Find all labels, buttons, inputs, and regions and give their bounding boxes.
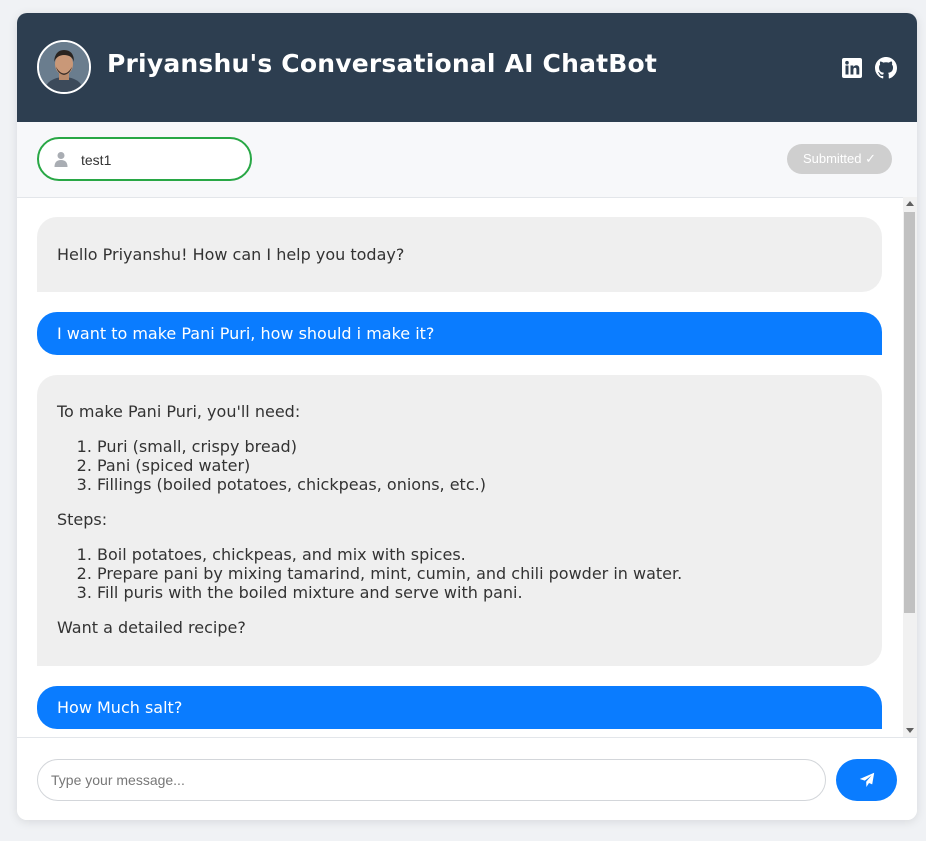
chat-app: Priyanshu's Conversational AI ChatBot te… (17, 13, 917, 820)
list-item: Pani (spiced water) (97, 456, 862, 475)
github-icon[interactable] (875, 57, 897, 79)
message-text: Hello Priyanshu! How can I help you toda… (57, 245, 405, 264)
username-field[interactable] (37, 137, 252, 181)
message-text: How Much salt? (57, 698, 183, 717)
message-composer (17, 737, 917, 820)
linkedin-icon[interactable] (841, 57, 863, 79)
user-message: How Much salt? (37, 686, 882, 729)
list-item: Puri (small, crispy bread) (97, 437, 862, 456)
submitted-button[interactable]: Submitted ✓ (787, 144, 892, 174)
ingredients-list: Puri (small, crispy bread) Pani (spiced … (57, 437, 862, 494)
chat-messages: Hello Priyanshu! How can I help you toda… (17, 197, 903, 737)
steps-list: Boil potatoes, chickpeas, and mix with s… (57, 545, 862, 602)
bot-message: To make Pani Puri, you'll need: Puri (sm… (37, 375, 882, 666)
list-item: Boil potatoes, chickpeas, and mix with s… (97, 545, 862, 564)
message-outro: Want a detailed recipe? (57, 618, 246, 637)
username-input[interactable] (79, 148, 233, 172)
steps-label: Steps: (57, 510, 108, 529)
paper-plane-icon (836, 772, 897, 788)
user-bar: Submitted ✓ (17, 122, 917, 198)
message-intro: To make Pani Puri, you'll need: (57, 402, 301, 421)
message-text: I want to make Pani Puri, how should i m… (57, 324, 435, 343)
app-header: Priyanshu's Conversational AI ChatBot (17, 13, 917, 122)
avatar (37, 40, 91, 94)
app-title: Priyanshu's Conversational AI ChatBot (107, 49, 658, 78)
list-item: Prepare pani by mixing tamarind, mint, c… (97, 564, 862, 583)
list-item: Fill puris with the boiled mixture and s… (97, 583, 862, 602)
chat-scrollbar[interactable] (903, 197, 917, 737)
user-message: I want to make Pani Puri, how should i m… (37, 312, 882, 355)
user-icon (53, 151, 69, 167)
scroll-thumb[interactable] (904, 212, 915, 613)
scroll-up-icon[interactable] (906, 201, 914, 206)
scroll-down-icon[interactable] (906, 728, 914, 733)
list-item: Fillings (boiled potatoes, chickpeas, on… (97, 475, 862, 494)
bot-message: Hello Priyanshu! How can I help you toda… (37, 217, 882, 292)
message-input[interactable] (37, 759, 826, 801)
send-button[interactable] (836, 759, 897, 801)
